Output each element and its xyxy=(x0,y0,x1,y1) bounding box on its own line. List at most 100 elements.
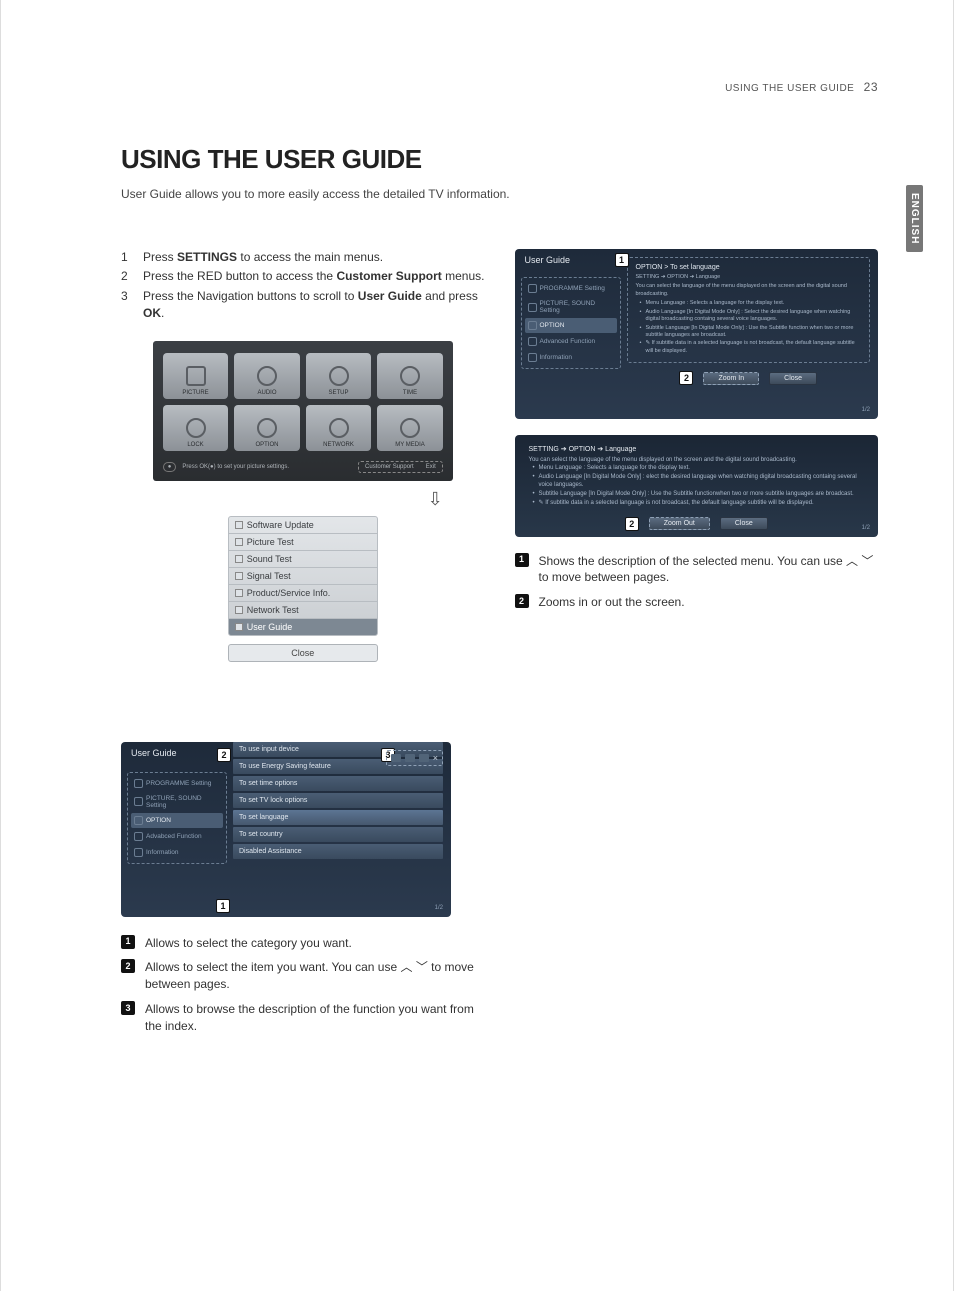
close-icon: × xyxy=(433,753,438,763)
folder-icon xyxy=(405,754,415,762)
side-information[interactable]: Information xyxy=(525,350,617,365)
main-heading: USING THE USER GUIDE xyxy=(121,144,878,175)
tv-main: OPTION > To set language SETTING ➔ OPTIO… xyxy=(627,249,871,393)
remote-icon xyxy=(528,337,537,346)
marker-2: 2 xyxy=(625,517,639,531)
checkbox-icon xyxy=(235,623,243,631)
zoom-body: You can select the language of the menu … xyxy=(529,456,865,508)
checkbox-icon xyxy=(235,606,243,614)
zoomed-description-screenshot: SETTING ➔ OPTION ➔ Language You can sele… xyxy=(515,435,879,537)
badge-1: 1 xyxy=(121,935,135,949)
list-view-icon xyxy=(391,754,401,762)
close-button[interactable]: Close xyxy=(769,372,817,385)
user-guide-list-screenshot: User Guide 2 3 × PROGRAMME Setting PICTU… xyxy=(121,742,451,917)
topic-disabled-assistance[interactable]: Disabled Assistance xyxy=(233,844,443,859)
checkbox-icon xyxy=(235,589,243,597)
cs-picture-test[interactable]: Picture Test xyxy=(229,534,377,551)
exit-link[interactable]: Exit xyxy=(426,464,436,470)
page-indicator: 1/2 xyxy=(862,407,870,413)
step-list: 1 Press SETTINGS to access the main menu… xyxy=(121,249,485,323)
checkbox-icon xyxy=(235,538,243,546)
side-picture-sound[interactable]: PICTURE, SOUND Setting xyxy=(131,792,223,812)
card-icon xyxy=(257,418,277,438)
bottom-section: User Guide 2 3 × PROGRAMME Setting PICTU… xyxy=(121,742,476,1035)
badge-3: 3 xyxy=(121,1001,135,1015)
side-programme[interactable]: PROGRAMME Setting xyxy=(131,776,223,791)
media-icon xyxy=(400,418,420,438)
zoom-out-button[interactable]: Zoom Out xyxy=(649,517,710,530)
picture-icon xyxy=(528,303,537,312)
side-option[interactable]: OPTION xyxy=(131,813,223,828)
marker-1: 1 xyxy=(216,899,230,913)
customer-support-link[interactable]: Customer Support xyxy=(365,464,414,470)
menu-mymedia[interactable]: MY MEDIA xyxy=(377,405,443,451)
side-picture-sound[interactable]: PICTURE, SOUND Setting xyxy=(525,297,617,317)
step-3: 3 Press the Navigation buttons to scroll… xyxy=(121,288,485,323)
side-programme[interactable]: PROGRAMME Setting xyxy=(525,281,617,296)
menu-network[interactable]: NETWORK xyxy=(306,405,372,451)
note-2: 2 Zooms in or out the screen. xyxy=(515,594,879,611)
step-1: 1 Press SETTINGS to access the main menu… xyxy=(121,249,485,266)
globe-icon xyxy=(329,418,349,438)
settings-footer: ● Press OK(●) to set your picture settin… xyxy=(163,461,443,473)
side-advanced[interactable]: Advabced Function xyxy=(131,829,223,844)
cs-signal-test[interactable]: Signal Test xyxy=(229,568,377,585)
menu-time[interactable]: TIME xyxy=(377,353,443,399)
monitor-icon xyxy=(186,366,206,386)
remote-icon xyxy=(134,832,143,841)
page: USING THE USER GUIDE 23 ENGLISH USING TH… xyxy=(0,0,954,1291)
checkbox-icon xyxy=(235,521,243,529)
side-information[interactable]: Information xyxy=(131,845,223,860)
side-advanced[interactable]: Advanced Function xyxy=(525,334,617,349)
language-tab: ENGLISH xyxy=(906,185,923,252)
badge-1: 1 xyxy=(515,553,529,567)
cs-network-test[interactable]: Network Test xyxy=(229,602,377,619)
breadcrumb-path: OPTION > To set language xyxy=(636,264,862,271)
side-option[interactable]: OPTION xyxy=(525,318,617,333)
two-column-layout: 1 Press SETTINGS to access the main menu… xyxy=(121,249,878,662)
topic-tv-lock[interactable]: To set TV lock options xyxy=(233,793,443,808)
checkbox-icon xyxy=(235,572,243,580)
cs-user-guide[interactable]: User Guide xyxy=(229,619,377,635)
cs-software-update[interactable]: Software Update xyxy=(229,517,377,534)
tv-title: User Guide xyxy=(131,748,177,758)
page-header: USING THE USER GUIDE 23 xyxy=(121,80,878,94)
dish-icon xyxy=(329,366,349,386)
left-column: 1 Press SETTINGS to access the main menu… xyxy=(121,249,485,662)
topic-set-country[interactable]: To set country xyxy=(233,827,443,842)
bnote-3: 3 Allows to browse the description of th… xyxy=(121,1001,476,1035)
zoom-in-button[interactable]: Zoom In xyxy=(703,372,759,385)
page-indicator: 1/2 xyxy=(435,905,443,911)
topic-set-language[interactable]: To set language xyxy=(233,810,443,825)
info-icon xyxy=(528,353,537,362)
tv-title: User Guide xyxy=(525,255,571,265)
lock-icon xyxy=(186,418,206,438)
menu-option[interactable]: OPTION xyxy=(234,405,300,451)
description-panel: OPTION > To set language SETTING ➔ OPTIO… xyxy=(627,257,871,363)
section-title: USING THE USER GUIDE xyxy=(725,83,854,94)
zoom-heading: SETTING ➔ OPTION ➔ Language xyxy=(529,445,865,453)
cs-close-button[interactable]: Close xyxy=(228,644,378,662)
customer-support-menu: Software Update Picture Test Sound Test … xyxy=(228,516,378,636)
menu-setup[interactable]: SETUP xyxy=(306,353,372,399)
page-indicator: 1/2 xyxy=(862,525,870,531)
page-number: 23 xyxy=(864,80,878,94)
speaker-icon xyxy=(257,366,277,386)
tv-icon xyxy=(134,779,143,788)
menu-picture[interactable]: PICTURE xyxy=(163,353,229,399)
index-toolbar[interactable]: × xyxy=(386,750,443,766)
tv-sidebar: PROGRAMME Setting PICTURE, SOUND Setting… xyxy=(521,277,621,369)
gear-icon xyxy=(134,816,143,825)
cs-sound-test[interactable]: Sound Test xyxy=(229,551,377,568)
menu-lock[interactable]: LOCK xyxy=(163,405,229,451)
tv-sidebar: PROGRAMME Setting PICTURE, SOUND Setting… xyxy=(127,772,227,864)
menu-audio[interactable]: AUDIO xyxy=(234,353,300,399)
topic-time-options[interactable]: To set time options xyxy=(233,776,443,791)
tv-icon xyxy=(528,284,537,293)
cs-product-info[interactable]: Product/Service Info. xyxy=(229,585,377,602)
back-icon xyxy=(419,754,429,762)
checkbox-icon xyxy=(235,555,243,563)
right-notes: 1 Shows the description of the selected … xyxy=(515,553,879,611)
close-button[interactable]: Close xyxy=(720,517,768,530)
marker-1: 1 xyxy=(615,253,629,267)
